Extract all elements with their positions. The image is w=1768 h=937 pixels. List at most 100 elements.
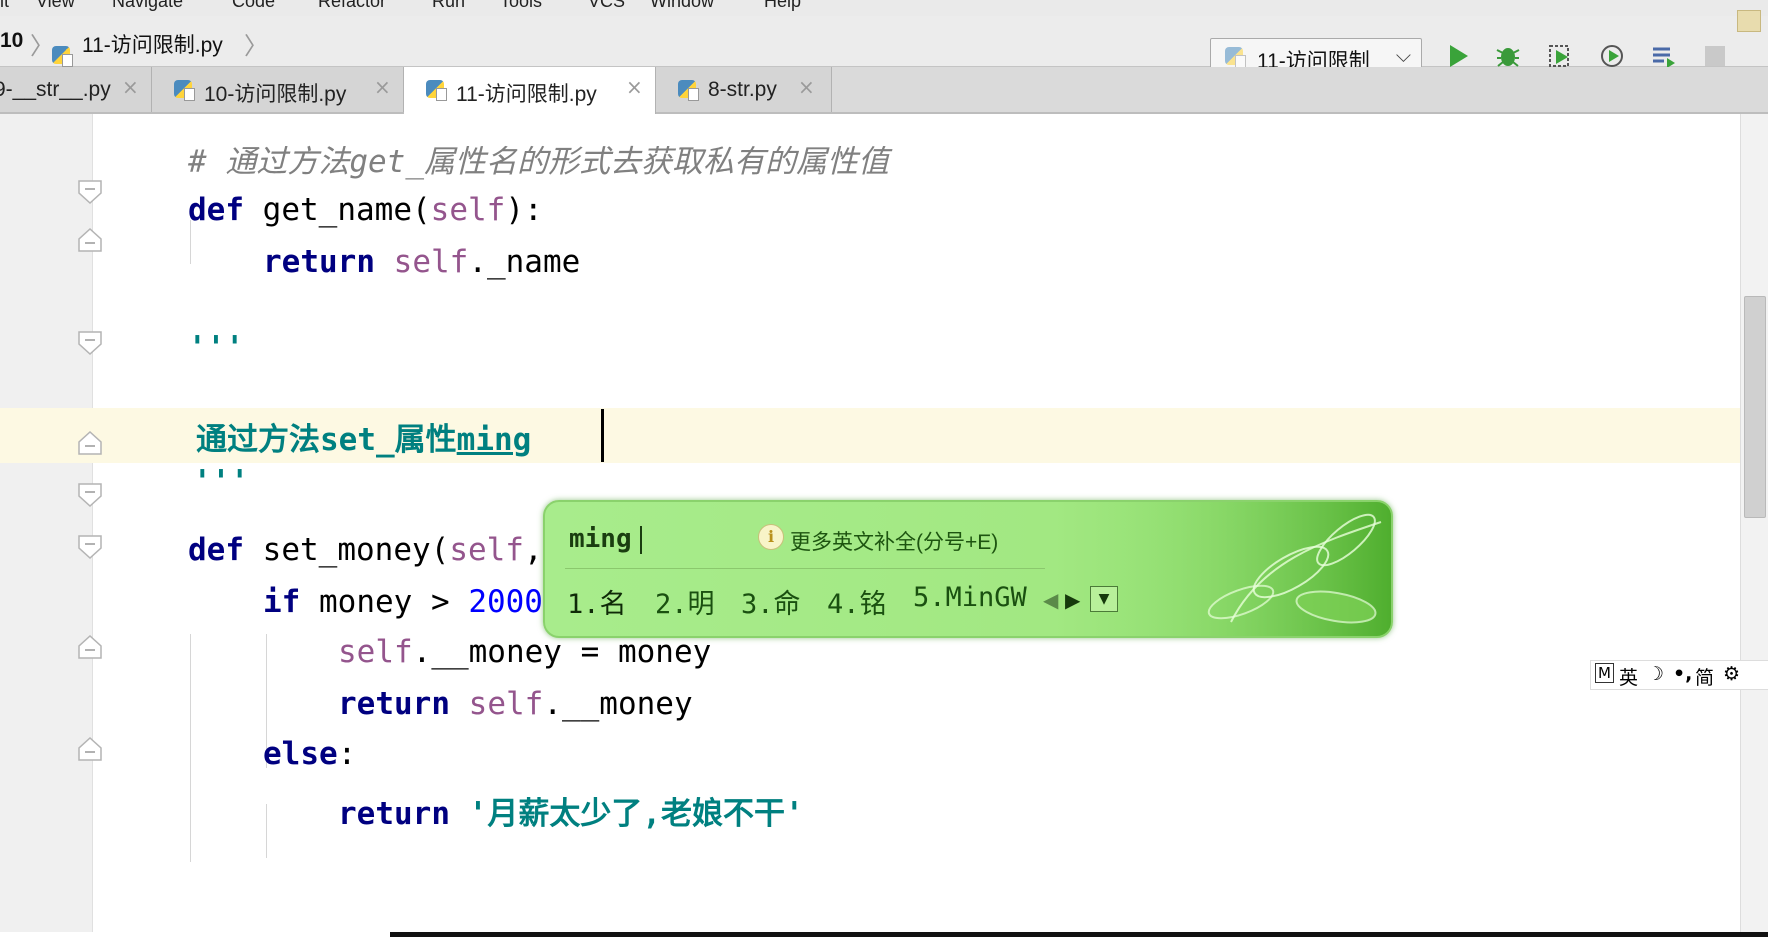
code-line-assign-money: self.__money = money xyxy=(338,634,711,670)
menu-item-vcs[interactable]: VCS xyxy=(588,0,625,12)
code-comment: # 通过方法get_属性名的形式去获取私有的属性值 xyxy=(188,144,889,180)
code-line-else: else: xyxy=(263,736,356,772)
fold-end-icon[interactable] xyxy=(77,430,103,456)
ime-candidate-1[interactable]: 1.名 xyxy=(567,582,627,621)
coverage-icon xyxy=(1549,45,1569,67)
colon: : xyxy=(337,736,357,772)
scrollbar-thumb[interactable] xyxy=(1744,296,1766,518)
fold-start-icon[interactable] xyxy=(77,330,103,356)
function-signature: set_money( xyxy=(262,532,450,568)
python-config-icon xyxy=(1225,47,1246,68)
python-file-icon xyxy=(174,80,195,101)
bug-icon xyxy=(1496,48,1520,67)
profile-icon xyxy=(1601,45,1623,67)
python-file-icon xyxy=(678,80,699,101)
ime-charset-toggle[interactable]: 简 xyxy=(1695,663,1714,689)
vertical-scrollbar[interactable] xyxy=(1740,114,1768,932)
menu-item-refactor[interactable]: Refactor xyxy=(318,0,386,12)
fold-start-icon[interactable] xyxy=(77,534,103,560)
breadcrumb-project[interactable]: 10 xyxy=(0,29,23,53)
coverage-button[interactable] xyxy=(1546,42,1574,70)
leaf-decoration-icon xyxy=(1091,502,1391,636)
string-literal: '月薪太少了,老娘不干' xyxy=(468,796,804,832)
menu-item-navigate[interactable]: Navigate xyxy=(112,0,183,12)
docstring-quote: ''' xyxy=(188,330,244,366)
menu-bar: it View Navigate Code Refactor Run Tools… xyxy=(0,0,1768,17)
tab-11-access-limit[interactable]: 11-访问限制.py × xyxy=(404,67,656,114)
code-line-if: if money > 2000 xyxy=(263,584,543,620)
keyword-return: return xyxy=(263,244,375,280)
ime-composition-text: ming xyxy=(569,524,632,554)
param-separator: , xyxy=(523,532,543,568)
tab-10-access-limit[interactable]: 10-访问限制.py × xyxy=(152,67,404,112)
close-icon[interactable]: × xyxy=(626,75,643,99)
ime-candidate-window[interactable]: ming i 更多英文补全(分号+E) 1.名 2.明 3.命 4.铭 5.Mi… xyxy=(543,500,1393,638)
breadcrumb-file[interactable]: 11-访问限制.py xyxy=(82,29,223,59)
if-condition: money > xyxy=(319,584,469,620)
window-bottom-edge xyxy=(390,932,1768,937)
profile-button[interactable] xyxy=(1598,42,1626,70)
ime-divider xyxy=(565,568,1045,569)
tab-label: 11-访问限制.py xyxy=(456,83,597,106)
gear-icon[interactable]: ⚙ xyxy=(1723,663,1740,685)
moon-icon[interactable]: ☽ xyxy=(1647,663,1664,685)
self-ref: self xyxy=(338,634,413,670)
expand-candidates-icon[interactable]: ▼ xyxy=(1090,586,1118,612)
ime-language-toggle[interactable]: 英 xyxy=(1619,663,1638,689)
menu-item-help[interactable]: Help xyxy=(764,0,801,12)
ime-status-bar[interactable]: M 英 ☽ •, 简 ⚙ xyxy=(1590,660,1768,690)
code-line-def-get-name: def get_name(self): xyxy=(188,192,543,228)
menu-item-tools[interactable]: Tools xyxy=(500,0,542,12)
fold-start-icon[interactable] xyxy=(77,179,103,205)
inspection-marker-icon[interactable] xyxy=(1737,10,1761,32)
info-icon: i xyxy=(758,524,784,550)
text-caret xyxy=(601,409,604,462)
menu-item-edit[interactable]: it xyxy=(0,0,9,12)
docstring-quote: ''' xyxy=(193,464,249,500)
ime-candidate-5[interactable]: 5.MinGW xyxy=(913,582,1027,613)
page-next-icon[interactable]: ▶ xyxy=(1065,588,1080,612)
keyword-if: if xyxy=(263,584,301,620)
ime-candidate-2[interactable]: 2.明 xyxy=(655,582,715,621)
page-prev-icon[interactable]: ◀ xyxy=(1043,588,1058,612)
number-literal: 2000 xyxy=(468,584,543,620)
fold-end-icon[interactable] xyxy=(77,227,103,253)
python-file-icon xyxy=(426,80,447,101)
indent-guide xyxy=(190,634,191,862)
ime-candidate-4[interactable]: 4.铭 xyxy=(827,582,887,621)
fold-end-icon[interactable] xyxy=(77,634,103,660)
ime-mode-icon[interactable]: M xyxy=(1595,663,1614,683)
menu-item-run[interactable]: Run xyxy=(432,0,465,12)
code-line-return-money: return self.__money xyxy=(338,686,693,722)
menu-item-window[interactable]: Window xyxy=(650,0,714,12)
close-icon[interactable]: × xyxy=(798,75,815,99)
code-line-comment: # 通过方法get_属性名的形式去获取私有的属性值 xyxy=(188,136,889,181)
tab-label: 10-访问限制.py xyxy=(204,83,347,106)
close-icon[interactable]: × xyxy=(122,75,139,99)
punctuation-icon[interactable]: •, xyxy=(1673,663,1692,685)
docstring-text: 通过方法set_属性 xyxy=(196,422,457,458)
tab-8-str[interactable]: 8-str.py × xyxy=(656,67,832,112)
menu-item-code[interactable]: Code xyxy=(232,0,275,12)
keyword-return: return xyxy=(338,686,450,722)
run-button[interactable] xyxy=(1444,42,1472,70)
tab-9-str[interactable]: 9-__str__.py × xyxy=(0,67,152,112)
code-line-docstring-close: ''' xyxy=(193,464,249,500)
indent-guide xyxy=(266,804,267,858)
ime-hint[interactable]: 更多英文补全(分号+E) xyxy=(790,526,998,556)
fold-start-icon[interactable] xyxy=(77,482,103,508)
stop-button[interactable] xyxy=(1701,42,1729,70)
debug-button[interactable] xyxy=(1494,42,1522,70)
close-icon[interactable]: × xyxy=(374,75,391,99)
tab-label: 8-str.py xyxy=(708,78,777,101)
code-line-return-string: return '月薪太少了,老娘不干' xyxy=(338,788,804,833)
concurrency-button[interactable] xyxy=(1650,42,1678,70)
play-icon xyxy=(1450,45,1468,67)
navigation-bar: 10 〉 11-访问限制.py 〉 11-访问限制 ⌵ xyxy=(0,16,1768,76)
ime-candidate-3[interactable]: 3.命 xyxy=(741,582,801,621)
editor-tab-bar: 9-__str__.py × 10-访问限制.py × 11-访问限制.py ×… xyxy=(0,67,1768,114)
keyword-else: else xyxy=(263,736,338,772)
menu-item-view[interactable]: View xyxy=(36,0,75,12)
code-line-docstring-open: ''' xyxy=(188,330,244,366)
fold-end-icon[interactable] xyxy=(77,736,103,762)
